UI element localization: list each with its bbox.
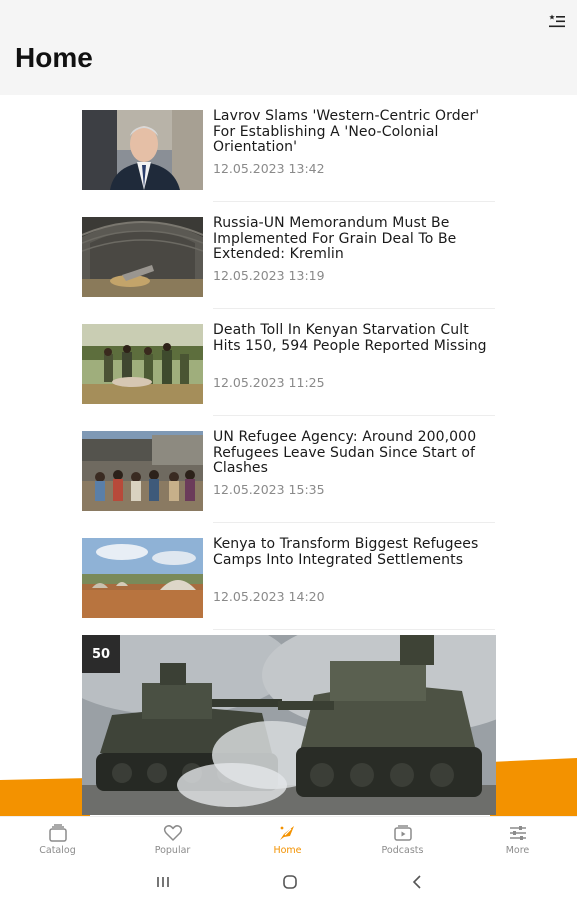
heart-icon bbox=[163, 825, 182, 841]
article-date: 12.05.2023 13:19 bbox=[213, 268, 325, 283]
article-headline[interactable]: Kenya to Transform Biggest Refugees Camp… bbox=[213, 536, 495, 568]
tab-label: More bbox=[505, 845, 530, 856]
article-headline[interactable]: Russia-UN Memorandum Must Be Implemented… bbox=[213, 215, 495, 263]
news-item[interactable]: Kenya to Transform Biggest Refugees Camp… bbox=[82, 523, 495, 630]
article-date: 12.05.2023 14:20 bbox=[213, 589, 325, 604]
tab-catalog[interactable]: Catalog bbox=[0, 817, 115, 864]
article-date: 12.05.2023 11:25 bbox=[213, 375, 325, 390]
back-icon[interactable] bbox=[408, 873, 426, 891]
home-nav-icon[interactable] bbox=[281, 873, 299, 891]
photo-count-badge: 50 bbox=[82, 635, 120, 673]
article-headline[interactable]: Death Toll In Kenyan Starvation Cult Hit… bbox=[213, 322, 495, 354]
tab-home[interactable]: Home bbox=[230, 817, 345, 864]
article-headline[interactable]: Lavrov Slams 'Western-Centric Order' For… bbox=[213, 108, 495, 156]
article-date: 12.05.2023 13:42 bbox=[213, 161, 325, 176]
tab-podcasts[interactable]: Podcasts bbox=[345, 817, 460, 864]
bottom-tab-bar: Catalog Popular Home Podcasts More bbox=[0, 816, 577, 863]
tab-label: Podcasts bbox=[381, 845, 424, 856]
home-rocket-icon bbox=[279, 826, 294, 840]
sliders-icon bbox=[509, 826, 526, 840]
app-header: Home bbox=[0, 0, 577, 95]
page-title: Home bbox=[15, 42, 93, 73]
tab-label: Popular bbox=[154, 845, 191, 856]
article-headline[interactable]: UN Refugee Agency: Around 200,000 Refuge… bbox=[213, 429, 495, 477]
article-thumbnail bbox=[82, 217, 203, 297]
tab-label: Home bbox=[273, 845, 302, 856]
system-navigation-bar bbox=[0, 863, 577, 900]
news-item[interactable]: UN Refugee Agency: Around 200,000 Refuge… bbox=[82, 416, 495, 523]
article-thumbnail bbox=[82, 431, 203, 511]
list-star-icon[interactable] bbox=[549, 14, 565, 28]
article-thumbnail bbox=[82, 538, 203, 618]
recent-apps-icon[interactable] bbox=[154, 873, 172, 891]
news-item[interactable]: Lavrov Slams 'Western-Centric Order' For… bbox=[82, 95, 495, 202]
article-thumbnail bbox=[82, 110, 203, 190]
divider bbox=[213, 629, 495, 630]
podcast-icon bbox=[393, 825, 412, 841]
hero-card[interactable]: 50 bbox=[82, 635, 496, 815]
tab-popular[interactable]: Popular bbox=[115, 817, 230, 864]
hero-image bbox=[82, 635, 496, 815]
article-thumbnail bbox=[82, 324, 203, 404]
news-item[interactable]: Russia-UN Memorandum Must Be Implemented… bbox=[82, 202, 495, 309]
news-item[interactable]: Death Toll In Kenyan Starvation Cult Hit… bbox=[82, 309, 495, 416]
tab-more[interactable]: More bbox=[460, 817, 575, 864]
tab-label: Catalog bbox=[39, 845, 76, 856]
article-date: 12.05.2023 15:35 bbox=[213, 482, 325, 497]
catalog-icon bbox=[48, 824, 67, 842]
